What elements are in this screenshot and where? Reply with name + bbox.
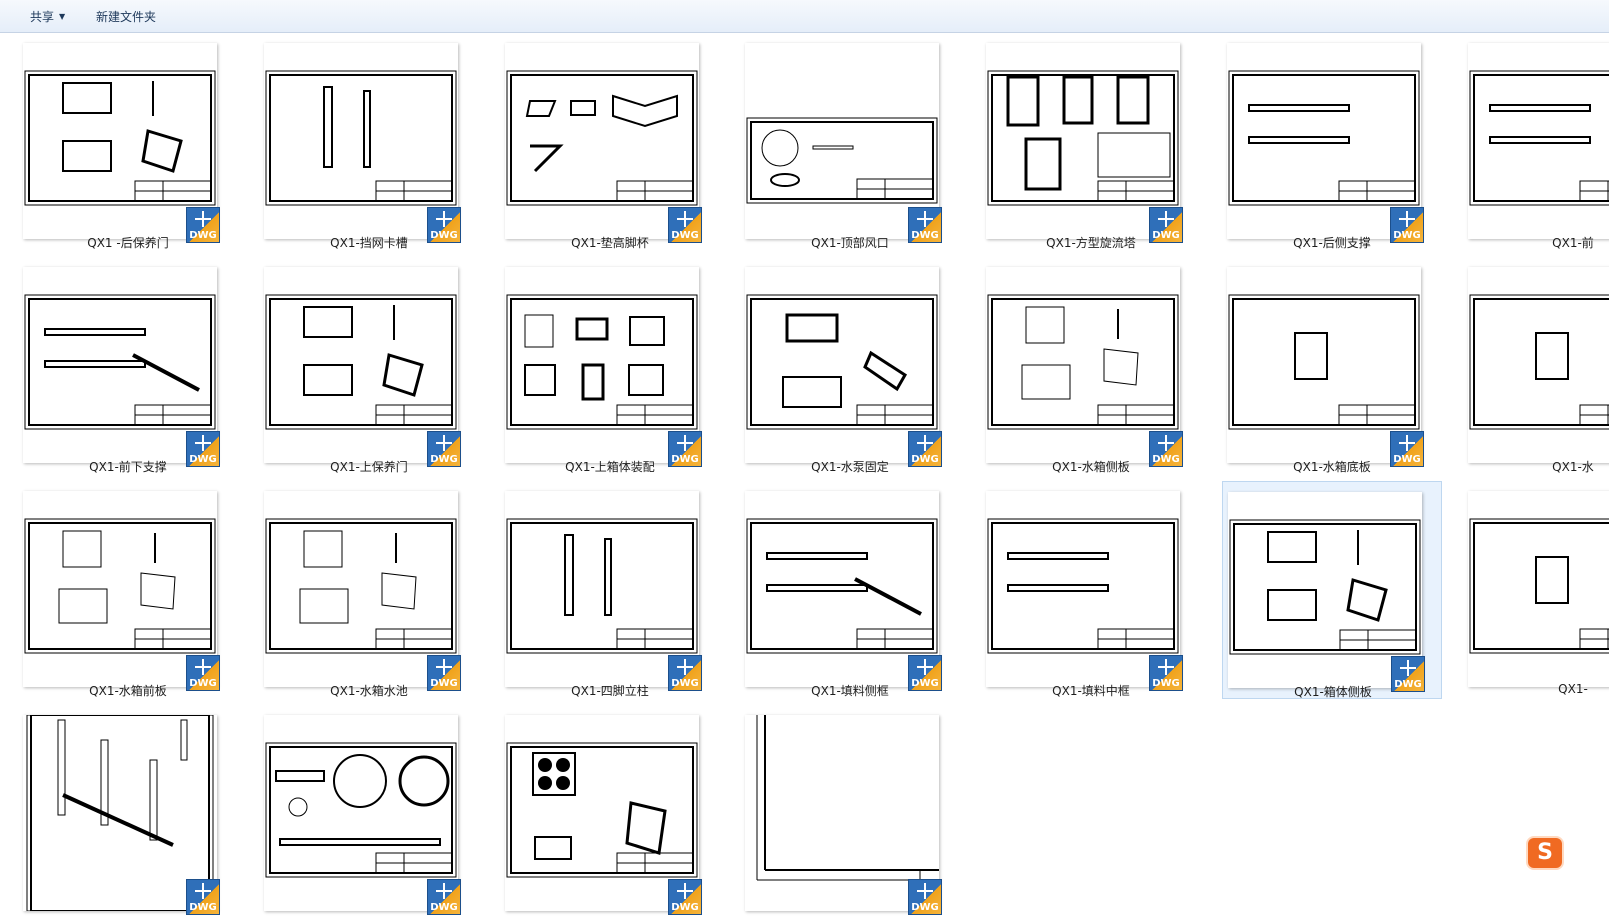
file-tile[interactable]: DWG QX1-水泵固定 <box>740 257 960 475</box>
file-name-label: QX1-前下支撑 <box>89 460 167 474</box>
dwg-badge-text: DWG <box>430 902 458 913</box>
file-name-label: QX1-挡网卡槽 <box>330 236 408 250</box>
share-label: 共享 <box>30 10 55 24</box>
file-grid: DWG QX1 -后保养门 DWG QX1-挡网卡槽 DWG QX1-垫高脚杯 DWG QX1… <box>0 33 1609 919</box>
file-tile[interactable]: DWG QX1-上保养门 <box>259 257 479 475</box>
file-tile[interactable]: DWG QX1 -后保养门 <box>18 33 238 251</box>
file-name-label: QX1-后侧支撑 <box>1293 236 1371 250</box>
dwg-thumbnail <box>1468 491 1609 687</box>
file-tile[interactable]: DWG QX1-水箱水池 <box>259 481 479 699</box>
file-tile[interactable]: DWG QX1-上箱体装配 <box>500 257 720 475</box>
file-name-label: QX1-上箱体装配 <box>565 460 655 474</box>
file-name-label: QX1-垫高脚杯 <box>571 236 649 250</box>
file-tile[interactable]: DWGQX1- <box>1463 481 1609 699</box>
file-tile[interactable]: DWG QX1-填料中框 <box>981 481 1201 699</box>
file-name-label: QX1-水箱水池 <box>330 684 408 698</box>
dwg-badge-text: DWG <box>911 902 939 913</box>
toolbar: 共享 ▼ 新建文件夹 <box>0 0 1609 33</box>
file-tile[interactable]: DWG QX1-填料侧框 <box>740 481 960 699</box>
dwg-file-icon: DWG <box>908 879 942 915</box>
dwg-badge-text: DWG <box>189 902 217 913</box>
file-tile[interactable]: DWG QX1-挡网卡槽 <box>259 33 479 251</box>
file-name-label: QX1-水箱前板 <box>89 684 167 698</box>
file-tile[interactable]: DWG QX1-后侧支撑 <box>1222 33 1442 251</box>
file-name-label: QX1-箱体侧板 <box>1294 685 1372 699</box>
file-tile[interactable]: DWG QX1-箱体侧板 <box>1222 481 1442 699</box>
dwg-thumbnail <box>1468 267 1609 463</box>
file-tile[interactable]: DWG <box>500 705 720 919</box>
file-tile[interactable]: DWG QX1-四脚立柱 <box>500 481 720 699</box>
file-name-label: QX1-方型旋流塔 <box>1046 236 1136 250</box>
file-tile[interactable]: DWGQX1-前 <box>1463 33 1609 251</box>
file-tile[interactable]: DWG QX1-顶部风口 <box>740 33 960 251</box>
dwg-file-icon: DWG <box>427 879 461 915</box>
file-tile[interactable]: DWG QX1-水箱底板 <box>1222 257 1442 475</box>
dwg-badge-text: DWG <box>671 902 699 913</box>
dropdown-arrow-icon: ▼ <box>59 12 66 21</box>
file-name-label: QX1-水 <box>1552 460 1594 474</box>
file-name-label: QX1-填料侧框 <box>811 684 889 698</box>
sogou-ime-icon[interactable]: S <box>1528 838 1562 868</box>
file-name-label: QX1-前 <box>1552 236 1594 250</box>
file-name-label: QX1-填料中框 <box>1052 684 1130 698</box>
file-name-label: QX1-上保养门 <box>330 460 408 474</box>
file-name-label: QX1-水箱底板 <box>1293 460 1371 474</box>
file-tile[interactable]: DWG QX1-方型旋流塔 <box>981 33 1201 251</box>
file-tile[interactable]: DWGQX1-水 <box>1463 257 1609 475</box>
share-menu-button[interactable]: 共享 ▼ <box>30 8 65 25</box>
file-name-label: QX1-水泵固定 <box>811 460 889 474</box>
file-name-label: QX1- <box>1558 682 1588 696</box>
file-name-label: QX1-四脚立柱 <box>571 684 649 698</box>
new-folder-button[interactable]: 新建文件夹 <box>96 8 156 25</box>
dwg-thumbnail <box>1468 43 1609 239</box>
file-tile[interactable]: DWG <box>18 705 238 919</box>
file-tile[interactable]: DWG QX1-水箱侧板 <box>981 257 1201 475</box>
file-tile[interactable]: DWG QX1-垫高脚杯 <box>500 33 720 251</box>
file-name-label: QX1 -后保养门 <box>87 236 169 250</box>
file-tile[interactable]: DWG QX1-前下支撑 <box>18 257 238 475</box>
file-name-label: QX1-顶部风口 <box>811 236 889 250</box>
file-tile[interactable]: DWG <box>259 705 479 919</box>
dwg-file-icon: DWG <box>186 879 220 915</box>
dwg-file-icon: DWG <box>668 879 702 915</box>
file-name-label: QX1-水箱侧板 <box>1052 460 1130 474</box>
file-tile[interactable]: DWG QX1-水箱前板 <box>18 481 238 699</box>
file-tile[interactable]: DWG <box>740 705 960 919</box>
